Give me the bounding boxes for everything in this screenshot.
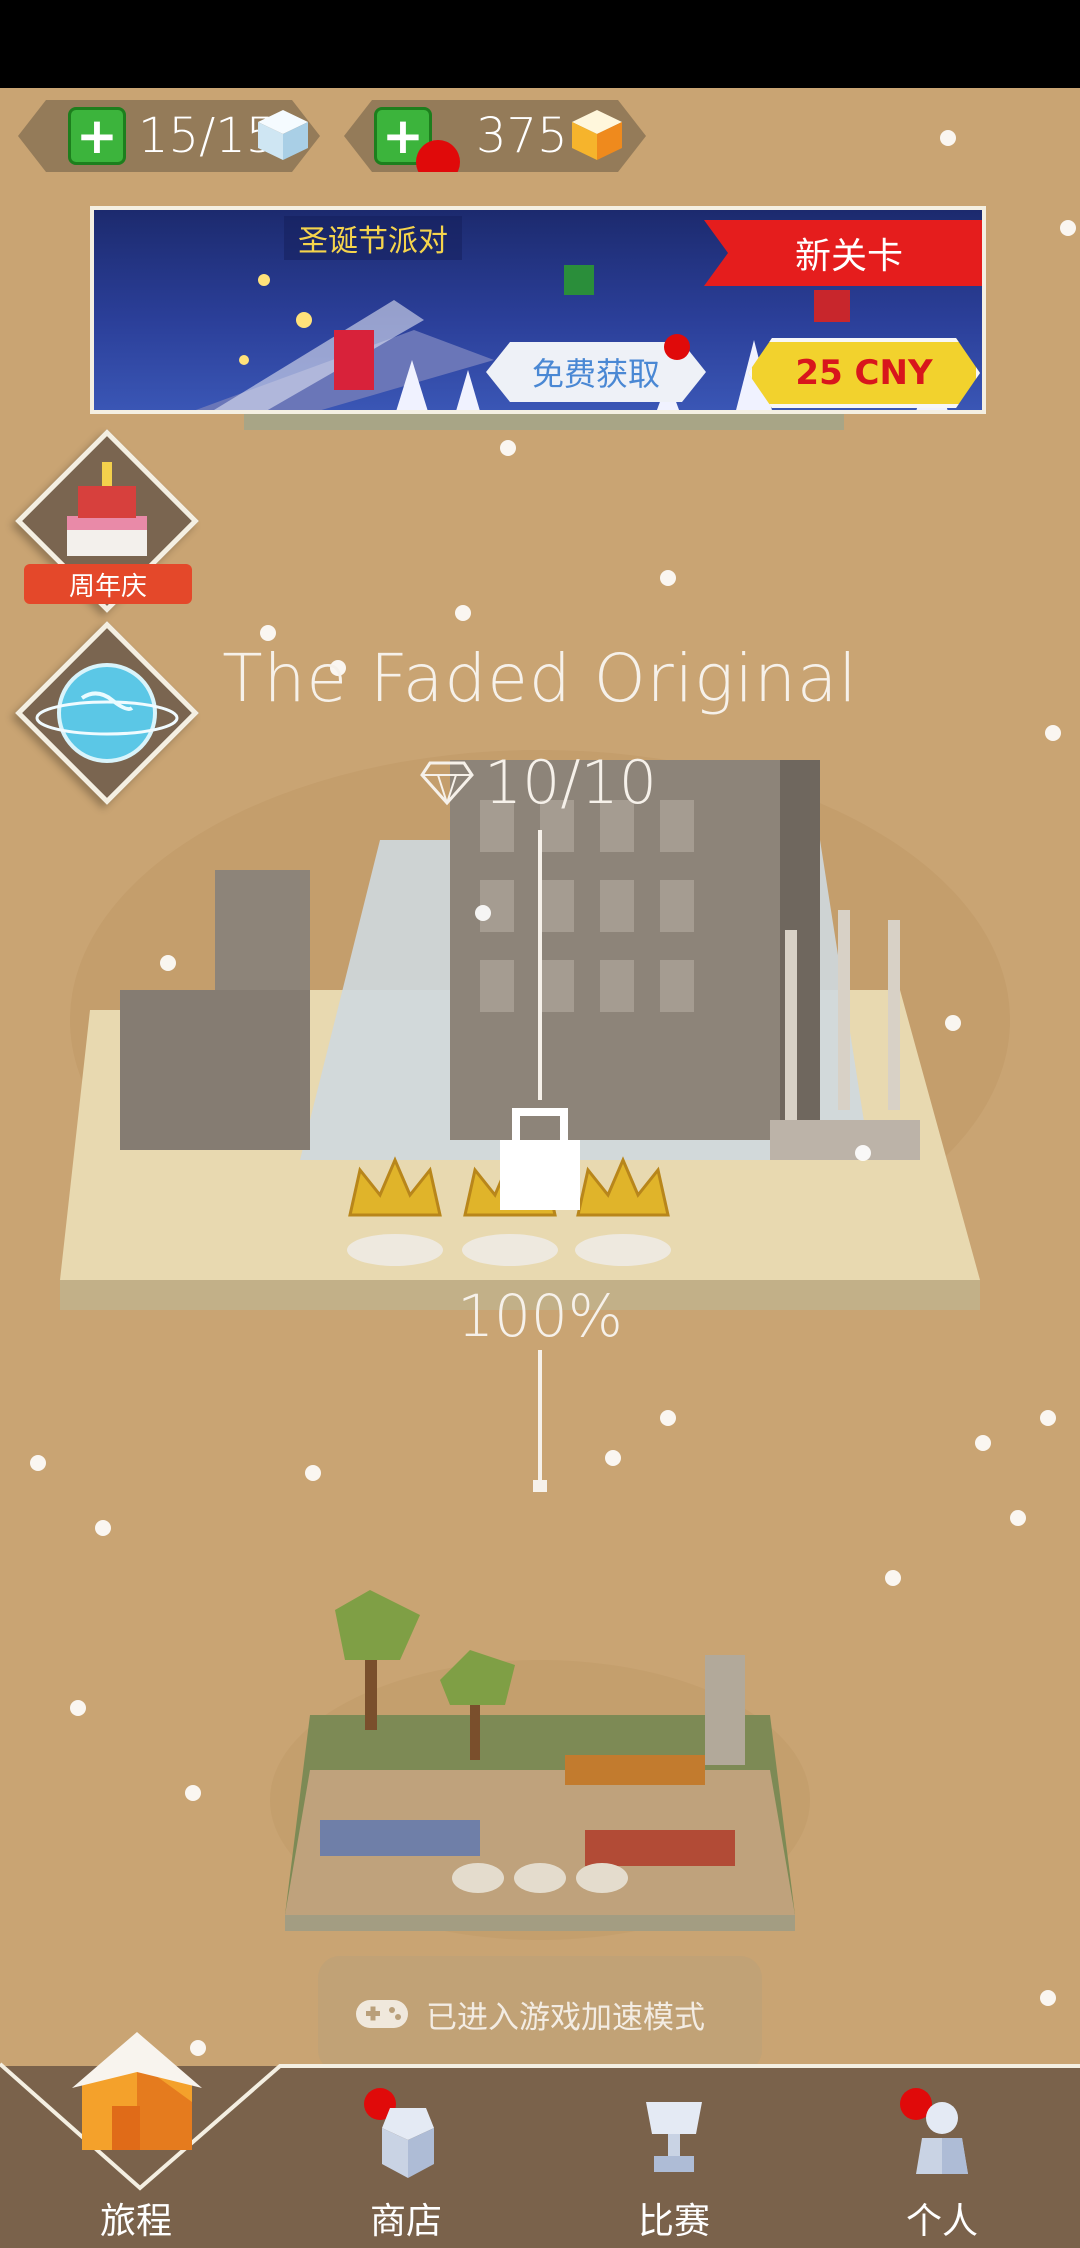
nav-competition[interactable]: 比赛	[584, 2080, 764, 2248]
nav-profile[interactable]: 个人	[852, 2080, 1032, 2248]
price-button[interactable]: 25 CNY	[748, 338, 980, 408]
gamepad-icon	[356, 2000, 408, 2028]
nav-journey-label: 旅程	[99, 2201, 172, 2242]
toast-text: 已进入游戏加速模式	[426, 1999, 705, 2036]
gem-cube-icon	[570, 108, 624, 162]
level-title: The Faded Original	[222, 640, 858, 717]
anniversary-label: 周年庆	[24, 564, 192, 604]
profile-icon	[916, 2102, 968, 2174]
house-icon	[72, 2032, 202, 2150]
gems-value: 375	[476, 108, 568, 164]
trophy-icon	[646, 2102, 702, 2172]
nav-shop-label: 商店	[369, 2201, 442, 2242]
banner-title: 圣诞节派对	[284, 216, 462, 260]
nav-journey[interactable]: 旅程	[46, 2024, 226, 2248]
new-level-tag: 新关卡	[704, 220, 982, 286]
energy-counter: + 15/15	[18, 100, 320, 172]
next-level-island[interactable]	[285, 1580, 795, 1940]
nav-shop[interactable]: 商店	[316, 2080, 496, 2248]
nav-profile-label: 个人	[905, 2201, 978, 2242]
notification-dot	[664, 334, 690, 360]
gem-counter: + 375	[344, 100, 646, 172]
game-screen: + 15/15 + 375 圣诞节派对 新关卡 免费获取 25 CNY 周年庆 …	[0, 0, 1080, 2248]
ice-cube-icon	[256, 108, 310, 162]
christmas-level-banner[interactable]: 圣诞节派对 新关卡 免费获取 25 CNY	[90, 206, 986, 414]
nav-competition-label: 比赛	[637, 2201, 710, 2242]
level-island[interactable]	[60, 760, 980, 1320]
add-energy-button[interactable]: +	[68, 107, 126, 165]
level-progress-percent: 100%	[457, 1282, 623, 1350]
shop-icon	[382, 2108, 434, 2178]
